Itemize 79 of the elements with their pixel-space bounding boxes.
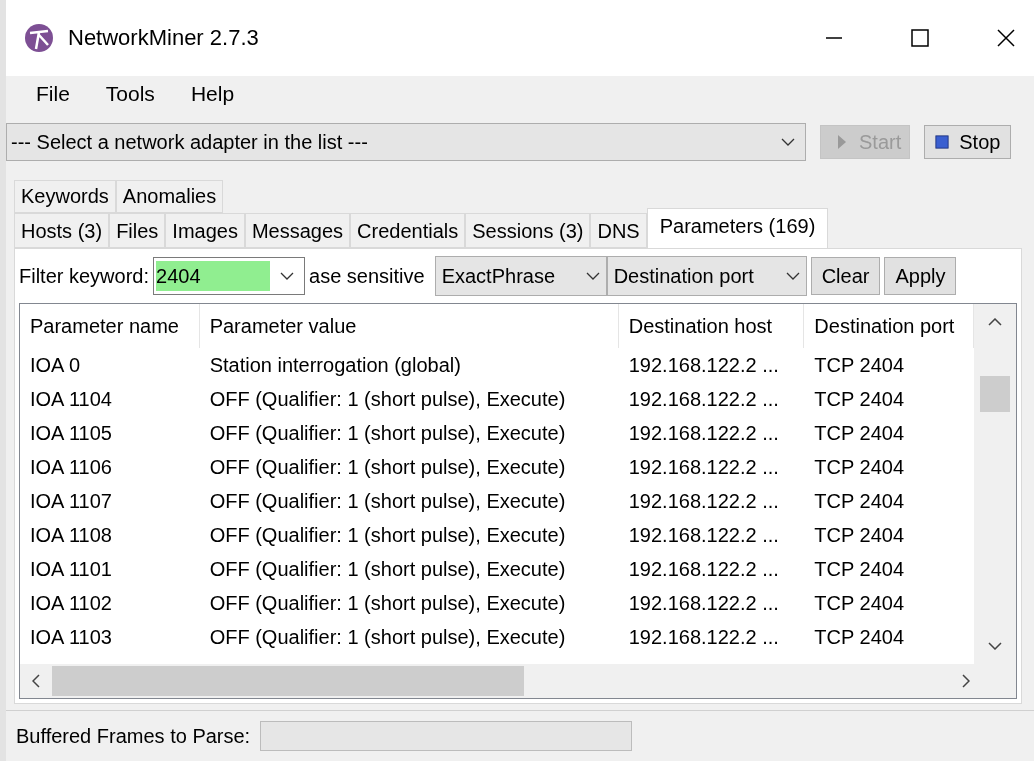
tab[interactable]: Parameters (169) xyxy=(646,208,829,248)
tab[interactable]: Files xyxy=(109,213,166,248)
scroll-up-icon[interactable] xyxy=(988,318,1002,326)
menu-item[interactable]: File xyxy=(26,82,88,106)
tab[interactable]: Messages xyxy=(244,213,351,248)
keyword-combobox[interactable]: 2404 xyxy=(153,257,306,295)
table-cell-text: IOA 1102 xyxy=(29,590,113,616)
table-cell-text: IOA 1106 xyxy=(29,454,113,480)
tab[interactable]: Hosts (3) xyxy=(14,213,110,248)
table-cell-text: OFF (Qualifier: 1 (short pulse), Execute) xyxy=(208,590,567,616)
tab[interactable]: Images xyxy=(165,213,245,248)
table-cell-text: TCP 2404 xyxy=(813,454,906,480)
menu-item[interactable]: Help xyxy=(172,82,253,106)
table-cell-text: IOA 0 xyxy=(29,352,82,378)
tab[interactable]: Anomalies xyxy=(115,180,224,213)
window-title: NetworkMiner 2.7.3 xyxy=(68,25,259,51)
table-cell-text: TCP 2404 xyxy=(813,352,906,378)
table-cell-text: 192.168.122.2 ... xyxy=(627,624,780,650)
horizontal-scrollbar[interactable] xyxy=(20,664,1016,698)
table-cell-text: 192.168.122.2 ... xyxy=(627,420,780,446)
chevron-down-icon xyxy=(585,272,600,280)
table-cell-text: OFF (Qualifier: 1 (short pulse), Execute) xyxy=(208,488,567,514)
field-dropdown[interactable]: Destination port xyxy=(606,256,807,296)
scroll-left-icon[interactable] xyxy=(32,674,40,688)
menu-item[interactable]: Tools xyxy=(87,82,173,106)
tab[interactable]: Keywords xyxy=(14,180,116,213)
table-cell-text: OFF (Qualifier: 1 (short pulse), Execute) xyxy=(208,556,567,582)
table-cell-text: OFF (Qualifier: 1 (short pulse), Execute) xyxy=(208,522,567,548)
column-header[interactable]: Destination host xyxy=(618,304,805,348)
table-cell-text: 192.168.122.2 ... xyxy=(627,488,780,514)
stop-icon xyxy=(935,134,950,150)
filter-label: Filter keyword: xyxy=(19,264,150,288)
adapter-dropdown[interactable]: --- Select a network adapter in the list --- xyxy=(6,123,806,161)
table-cell-text: 192.168.122.2 ... xyxy=(627,454,780,480)
table-cell-text: OFF (Qualifier: 1 (short pulse), Execute) xyxy=(208,624,567,650)
table-cell-text: TCP 2404 xyxy=(813,590,906,616)
clear-button[interactable]: Clear xyxy=(810,257,881,295)
tab[interactable]: Sessions (3) xyxy=(465,213,591,248)
table-cell-text: TCP 2404 xyxy=(813,420,906,446)
table-cell-text: IOA 1107 xyxy=(29,488,113,514)
table-cell-text: 192.168.122.2 ... xyxy=(627,352,780,378)
column-header[interactable]: Parameter name xyxy=(20,304,200,348)
table-cell-text: OFF (Qualifier: 1 (short pulse), Execute) xyxy=(208,420,567,446)
table-cell-text: 192.168.122.2 ... xyxy=(627,386,780,412)
table-cell-text: TCP 2404 xyxy=(813,488,906,514)
table-cell-text: 192.168.122.2 ... xyxy=(627,590,780,616)
case-sensitive-label: ase sensitive xyxy=(309,264,425,288)
app-logo-icon xyxy=(24,23,54,53)
table-cell-text: TCP 2404 xyxy=(813,386,906,412)
tab[interactable]: DNS xyxy=(590,213,647,248)
table-cell-text: 192.168.122.2 ... xyxy=(627,556,780,582)
scroll-right-icon[interactable] xyxy=(962,674,970,688)
status-label: Buffered Frames to Parse: xyxy=(16,724,251,748)
table-cell-text: IOA 1103 xyxy=(29,624,113,650)
vertical-scrollbar[interactable] xyxy=(974,304,1016,664)
column-header[interactable]: Parameter value xyxy=(199,304,619,348)
table-cell-text: IOA 1101 xyxy=(29,556,113,582)
table-cell-text: TCP 2404 xyxy=(813,556,906,582)
table-cell-text: OFF (Qualifier: 1 (short pulse), Execute) xyxy=(208,386,567,412)
table-cell-text: TCP 2404 xyxy=(813,522,906,548)
table-cell-text: IOA 1108 xyxy=(29,522,113,548)
scroll-thumb[interactable] xyxy=(980,376,1010,412)
table-cell-text: 192.168.122.2 ... xyxy=(627,522,780,548)
tab[interactable]: Credentials xyxy=(350,213,466,248)
table-cell-text: IOA 1105 xyxy=(29,420,113,446)
table-cell-text: IOA 1104 xyxy=(29,386,113,412)
chevron-down-icon xyxy=(785,272,800,280)
table-cell-text: OFF (Qualifier: 1 (short pulse), Execute) xyxy=(208,454,567,480)
match-mode-dropdown[interactable]: ExactPhrase xyxy=(434,256,607,296)
close-icon[interactable] xyxy=(996,28,1016,48)
apply-button[interactable]: Apply xyxy=(884,257,957,295)
chevron-down-icon xyxy=(280,272,295,280)
chevron-down-icon xyxy=(781,138,795,146)
table-cell-text: Station interrogation (global) xyxy=(208,352,462,378)
maximize-icon[interactable] xyxy=(910,28,930,48)
table-cell-text: TCP 2404 xyxy=(813,624,906,650)
stop-button[interactable]: Stop xyxy=(924,125,1012,159)
scroll-thumb[interactable] xyxy=(52,666,524,696)
scroll-down-icon[interactable] xyxy=(988,642,1002,650)
